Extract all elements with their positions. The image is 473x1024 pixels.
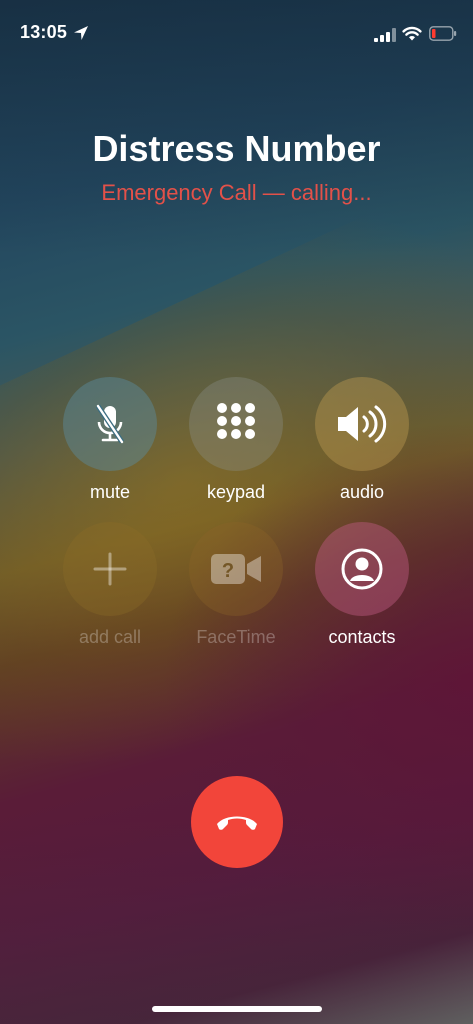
battery-icon — [429, 26, 457, 41]
keypad-button[interactable] — [189, 377, 283, 471]
keypad-grid-icon — [217, 403, 255, 439]
contacts-button[interactable] — [315, 522, 409, 616]
audio-label: audio — [339, 482, 385, 502]
add-call-label: add call — [78, 627, 142, 647]
status-bar: 13:05 — [0, 0, 473, 68]
phone-hangup-icon — [217, 816, 257, 830]
mute-button[interactable] — [63, 377, 157, 471]
call-status: Emergency Call — calling... — [101, 180, 372, 205]
caller-name: Distress Number — [92, 128, 381, 169]
person-circle-icon — [341, 548, 383, 590]
mute-label: mute — [89, 482, 131, 502]
facetime-label: FaceTime — [196, 627, 276, 647]
wifi-icon — [402, 26, 422, 41]
video-question-icon: ? — [211, 554, 261, 584]
keypad-label: keypad — [206, 482, 266, 502]
svg-text:?: ? — [222, 560, 234, 582]
contacts-label: contacts — [328, 627, 396, 647]
home-indicator[interactable] — [152, 1006, 322, 1012]
facetime-button[interactable]: ? — [189, 522, 283, 616]
add-call-button[interactable] — [63, 522, 157, 616]
plus-icon — [93, 552, 127, 586]
audio-button[interactable] — [315, 377, 409, 471]
end-call-button[interactable] — [191, 776, 283, 868]
location-icon — [74, 26, 88, 40]
signal-icon — [374, 28, 396, 42]
speaker-icon — [338, 405, 387, 443]
mic-slash-icon — [95, 404, 125, 444]
status-time: 13:05 — [20, 22, 68, 42]
